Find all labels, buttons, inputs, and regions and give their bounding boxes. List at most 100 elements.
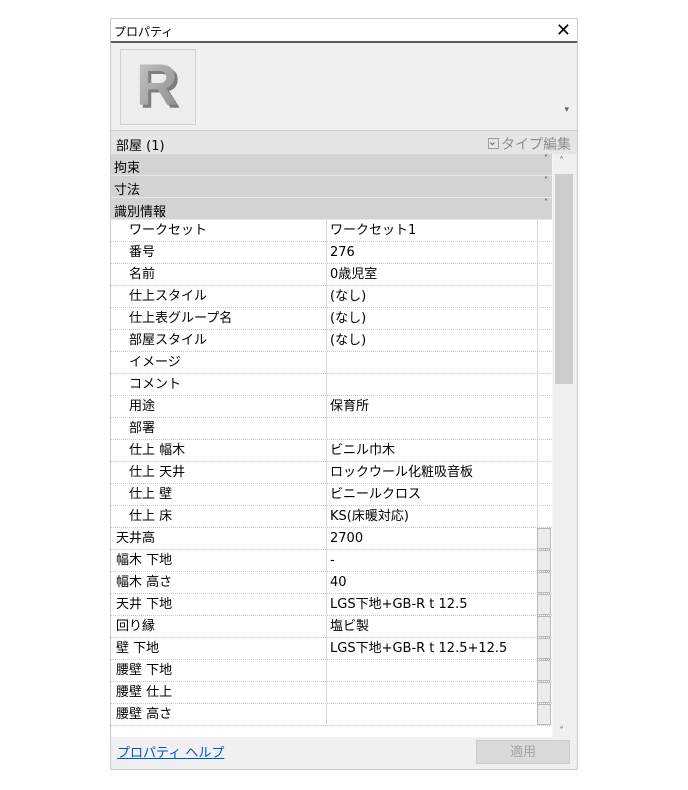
property-row-base-height[interactable]: 幅木 高さ 40 — [111, 572, 552, 594]
group-dimensions[interactable]: 寸法 ˅ — [111, 176, 552, 198]
scroll-up-icon[interactable]: ˄ — [559, 156, 564, 167]
property-value[interactable] — [329, 704, 535, 725]
property-row-workset[interactable]: ワークセット ワークセット1 — [111, 220, 552, 242]
row-edit-cell — [537, 242, 551, 263]
property-row-base-substrate[interactable]: 幅木 下地 - — [111, 550, 552, 572]
property-value[interactable] — [329, 352, 535, 373]
property-value[interactable]: LGS下地+GB-R t 12.5+12.5 — [329, 638, 535, 659]
property-row-wainscot-finish[interactable]: 腰壁 仕上 — [111, 682, 552, 704]
row-edit-button[interactable] — [537, 682, 551, 703]
property-value[interactable]: ロックウール化粧吸音板 — [329, 462, 535, 483]
property-value[interactable] — [329, 660, 535, 681]
property-name: 腰壁 仕上 — [111, 682, 327, 703]
property-name: 回り縁 — [111, 616, 327, 637]
row-edit-cell — [537, 352, 551, 373]
property-row-wainscot-substrate[interactable]: 腰壁 下地 — [111, 660, 552, 682]
property-value[interactable]: 2700 — [329, 528, 535, 549]
property-row-image[interactable]: イメージ — [111, 352, 552, 374]
property-value[interactable]: KS(床暖対応) — [329, 506, 535, 527]
property-value[interactable]: ビニールクロス — [329, 484, 535, 505]
scrollbar-thumb[interactable] — [555, 174, 573, 384]
property-name: 仕上スタイル — [111, 286, 327, 307]
row-edit-cell — [537, 484, 551, 505]
property-row-occupancy[interactable]: 用途 保育所 — [111, 396, 552, 418]
expand-icon[interactable]: ˅ — [544, 176, 548, 185]
property-name: 腰壁 下地 — [111, 660, 327, 681]
property-name: 仕上 壁 — [111, 484, 327, 505]
expand-icon[interactable]: ˅ — [544, 154, 548, 163]
property-value[interactable]: 保育所 — [329, 396, 535, 417]
property-row-finish-style[interactable]: 仕上スタイル (なし) — [111, 286, 552, 308]
property-row-department[interactable]: 部署 — [111, 418, 552, 440]
row-edit-cell — [537, 330, 551, 351]
row-edit-cell — [537, 286, 551, 307]
property-value[interactable]: LGS下地+GB-R t 12.5 — [329, 594, 535, 615]
property-row-room-style[interactable]: 部屋スタイル (なし) — [111, 330, 552, 352]
property-name: 天井高 — [111, 528, 327, 549]
property-value[interactable] — [329, 374, 535, 395]
scroll-down-icon[interactable]: ˅ — [559, 726, 564, 737]
property-name: ワークセット — [111, 220, 327, 241]
row-edit-button[interactable] — [537, 528, 551, 549]
type-dropdown-arrow-icon[interactable]: ▾ — [564, 105, 569, 115]
property-name: 仕上 床 — [111, 506, 327, 527]
property-row-ceiling-height[interactable]: 天井高 2700 — [111, 528, 552, 550]
property-value[interactable] — [329, 418, 535, 439]
property-row-wainscot-height[interactable]: 腰壁 高さ — [111, 704, 552, 726]
group-label: 識別情報 — [114, 205, 167, 220]
property-row-finish-schedule-group[interactable]: 仕上表グループ名 (なし) — [111, 308, 552, 330]
property-name: コメント — [111, 374, 327, 395]
row-edit-button[interactable] — [537, 638, 551, 659]
instance-selector[interactable]: 部屋 (1) ⌄ タイプ編集 — [111, 130, 577, 154]
row-edit-cell — [537, 220, 551, 241]
property-row-ceiling-substrate[interactable]: 天井 下地 LGS下地+GB-R t 12.5 — [111, 594, 552, 616]
property-value[interactable] — [329, 682, 535, 703]
row-edit-button[interactable] — [537, 572, 551, 593]
vertical-scrollbar[interactable]: ˄ ˅ — [553, 154, 577, 737]
property-name: 用途 — [111, 396, 327, 417]
row-edit-button[interactable] — [537, 704, 551, 725]
group-constraints[interactable]: 拘束 ˅ — [111, 154, 552, 176]
properties-help-link[interactable]: プロパティ ヘルプ — [117, 742, 224, 761]
row-edit-cell — [537, 418, 551, 439]
row-edit-cell — [537, 440, 551, 461]
property-value[interactable]: ビニル巾木 — [329, 440, 535, 461]
property-row-ceiling-finish[interactable]: 仕上 天井 ロックウール化粧吸音板 — [111, 462, 552, 484]
row-edit-cell — [537, 396, 551, 417]
property-row-number[interactable]: 番号 276 — [111, 242, 552, 264]
property-name: イメージ — [111, 352, 327, 373]
property-value[interactable]: ワークセット1 — [329, 220, 535, 241]
row-edit-button[interactable] — [537, 550, 551, 571]
edit-type-icon — [488, 138, 499, 149]
panel-footer: プロパティ ヘルプ 適用 — [111, 737, 577, 769]
group-identity-data[interactable]: 識別情報 ˄ — [111, 198, 552, 220]
property-row-floor-finish[interactable]: 仕上 床 KS(床暖対応) — [111, 506, 552, 528]
edit-type-button[interactable]: タイプ編集 — [488, 134, 571, 154]
property-value[interactable]: 40 — [329, 572, 535, 593]
property-row-wall-finish[interactable]: 仕上 壁ビニールクロス — [111, 484, 552, 506]
property-row-wall-substrate[interactable]: 壁 下地 LGS下地+GB-R t 12.5+12.5 — [111, 638, 552, 660]
property-value[interactable]: (なし) — [329, 286, 535, 307]
revit-logo[interactable]: R R — [120, 49, 196, 125]
property-row-comments[interactable]: コメント — [111, 374, 552, 396]
row-edit-button[interactable] — [537, 594, 551, 615]
row-edit-button[interactable] — [537, 616, 551, 637]
property-value[interactable]: (なし) — [329, 330, 535, 351]
property-row-name[interactable]: 名前 0歳児室 — [111, 264, 552, 286]
property-row-crown-molding[interactable]: 回り縁 塩ビ製 — [111, 616, 552, 638]
property-value[interactable]: (なし) — [329, 308, 535, 329]
panel-title: プロパティ — [114, 25, 174, 39]
property-name: 幅木 下地 — [111, 550, 327, 571]
apply-button[interactable]: 適用 — [476, 740, 570, 764]
row-edit-button[interactable] — [537, 660, 551, 681]
property-row-base-finish[interactable]: 仕上 幅木 ビニル巾木 — [111, 440, 552, 462]
property-value[interactable]: 276 — [329, 242, 535, 263]
close-icon[interactable]: ✕ — [556, 20, 571, 41]
property-value[interactable]: - — [329, 550, 535, 571]
collapse-icon[interactable]: ˄ — [544, 198, 548, 207]
property-name: 壁 下地 — [111, 638, 327, 659]
property-name: 天井 下地 — [111, 594, 327, 615]
group-label: 拘束 — [114, 161, 141, 176]
property-value[interactable]: 塩ビ製 — [329, 616, 535, 637]
property-value[interactable]: 0歳児室 — [329, 264, 535, 285]
